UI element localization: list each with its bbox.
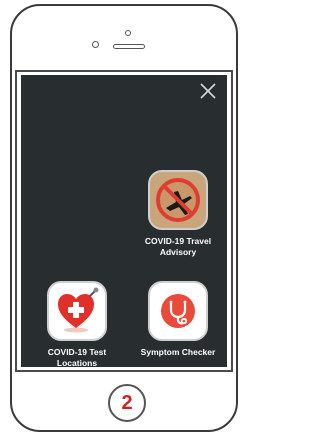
app-symptom-checker[interactable]: Symptom Checker xyxy=(131,281,225,358)
home-button-label: 2 xyxy=(121,391,133,414)
home-button[interactable]: 2 xyxy=(108,384,146,422)
heart-plus-icon xyxy=(47,281,107,341)
app-test-locations[interactable]: COVID-19 Test Locations xyxy=(30,281,124,369)
app-label: Symptom Checker xyxy=(140,347,216,357)
sensor-dot xyxy=(125,30,131,36)
earpiece-speaker xyxy=(113,44,145,49)
front-camera xyxy=(92,41,99,48)
app-label: COVID-19 Test Locations xyxy=(47,347,107,368)
close-icon[interactable] xyxy=(197,80,219,102)
app-label: COVID-19 Travel Advisory xyxy=(144,236,212,257)
stethoscope-icon xyxy=(148,281,208,341)
app-travel-advisory[interactable]: COVID-19 Travel Advisory xyxy=(131,170,225,258)
no-flight-icon xyxy=(148,170,208,230)
